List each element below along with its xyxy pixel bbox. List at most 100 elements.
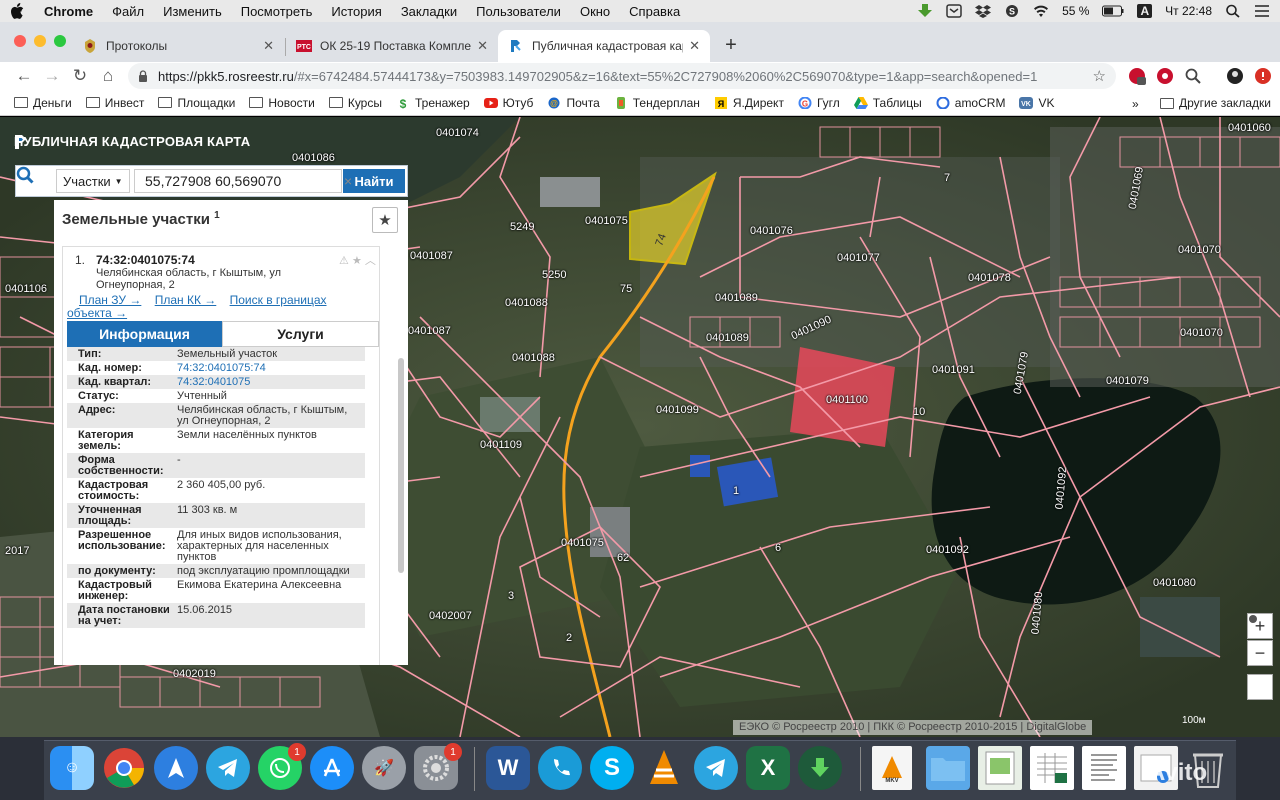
close-icon[interactable]: ✕: [477, 38, 488, 54]
battery-icon[interactable]: [1102, 4, 1124, 18]
reload-icon[interactable]: ↻: [66, 62, 94, 90]
download-arrow-icon[interactable]: [917, 4, 933, 18]
locate-button[interactable]: [1247, 615, 1273, 700]
close-icon[interactable]: ✕: [263, 38, 274, 54]
bookmark-sheets[interactable]: Таблицы: [853, 96, 922, 110]
finder-icon[interactable]: ☺: [50, 746, 94, 790]
row-value: Челябинская область, г Кыштым, ул Огнеуп…: [177, 404, 348, 427]
bookmark-other[interactable]: Другие закладки: [1160, 96, 1271, 110]
close-window-button[interactable]: [14, 35, 26, 47]
result-cad-number[interactable]: 74:32:0401075:74: [96, 253, 195, 267]
home-icon[interactable]: ⌂: [94, 62, 122, 90]
telegram-desktop-icon[interactable]: [694, 746, 738, 790]
tab-information[interactable]: Информация: [67, 321, 222, 347]
menu-app-chrome[interactable]: Chrome: [44, 4, 93, 19]
bookmark-trainer[interactable]: $ Тренажер: [396, 96, 470, 110]
row-label: по документу:: [78, 565, 156, 577]
back-arrow-icon[interactable]: ←: [10, 62, 38, 90]
bookmark-yandex-direct[interactable]: Я Я.Директ: [714, 96, 784, 110]
bookmark-amocrm[interactable]: amoCRM: [936, 96, 1005, 110]
collapse-chevron-icon[interactable]: ︿: [365, 255, 376, 267]
plan-zu-link[interactable]: План ЗУ →: [79, 293, 141, 307]
bookmark-news[interactable]: Новости: [249, 96, 315, 110]
bookmark-google[interactable]: G Гугл: [798, 96, 840, 110]
cad-number-link[interactable]: 74:32:0401075:74: [177, 362, 266, 374]
search-icon[interactable]: [1184, 67, 1202, 85]
menu-users[interactable]: Пользователи: [476, 4, 561, 19]
bookmark-money[interactable]: Деньги: [14, 96, 72, 110]
dropbox-icon[interactable]: [975, 4, 992, 18]
minimize-window-button[interactable]: [34, 35, 46, 47]
notification-center-icon[interactable]: [1254, 4, 1270, 18]
plan-kk-link[interactable]: План КК →: [155, 293, 217, 307]
launchpad-icon[interactable]: 🚀: [362, 746, 406, 790]
tab-cadastral-map[interactable]: Публичная кадастровая карта ✕: [498, 30, 710, 62]
spreadsheet-icon[interactable]: [1030, 746, 1074, 790]
appstore-icon[interactable]: [310, 746, 354, 790]
menu-help[interactable]: Справка: [629, 4, 680, 19]
new-tab-button[interactable]: +: [718, 33, 744, 59]
clear-search-icon[interactable]: ×: [344, 173, 352, 189]
search-icon[interactable]: [16, 166, 56, 196]
bookmark-invest[interactable]: Инвест: [85, 96, 144, 110]
menu-view[interactable]: Посмотреть: [241, 4, 313, 19]
warning-icon[interactable]: ⚠: [339, 255, 349, 267]
favorite-star-button[interactable]: ★: [372, 207, 398, 233]
tab-services[interactable]: Услуги: [222, 321, 379, 347]
search-type-dropdown[interactable]: Участки ▼: [56, 169, 130, 193]
vlc-icon[interactable]: [642, 746, 686, 790]
find-button[interactable]: Найти: [343, 169, 405, 193]
bookmark-courses[interactable]: Курсы: [328, 96, 382, 110]
menu-history[interactable]: История: [331, 4, 381, 19]
cadastral-map[interactable]: 0401074 0401086 0401060 0401075 0401076 …: [0, 117, 1280, 737]
close-icon[interactable]: ✕: [689, 38, 700, 54]
bookmark-youtube[interactable]: Ютуб: [483, 96, 533, 110]
document-icon[interactable]: [978, 746, 1022, 790]
telegram-icon[interactable]: [206, 746, 250, 790]
tab-protocols[interactable]: Протоколы ✕: [72, 30, 284, 62]
whatsapp-badge: 1: [288, 743, 306, 761]
extension-record-icon[interactable]: [1156, 67, 1174, 85]
menu-bookmarks[interactable]: Закладки: [401, 4, 457, 19]
maps-navigator-icon[interactable]: [154, 746, 198, 790]
forward-arrow-icon[interactable]: →: [38, 62, 66, 90]
zoom-out-button[interactable]: −: [1247, 640, 1273, 666]
bookmark-vk[interactable]: VK VK: [1019, 96, 1054, 110]
map-title[interactable]: ПУБЛИЧНАЯ КАДАСТРОВАЯ КАРТА: [14, 134, 250, 149]
cad-quarter-link[interactable]: 74:32:0401075: [177, 376, 250, 388]
menu-window[interactable]: Окно: [580, 4, 610, 19]
star-icon[interactable]: ★: [352, 255, 362, 267]
update-menu-icon[interactable]: [1254, 67, 1272, 85]
apple-icon[interactable]: [10, 3, 24, 19]
clock[interactable]: Чт 22:48: [1165, 4, 1212, 18]
bookmarks-overflow-chevron[interactable]: »: [1132, 97, 1139, 111]
downloader-icon[interactable]: [798, 746, 842, 790]
menu-file[interactable]: Файл: [112, 4, 144, 19]
address-bar[interactable]: https://pkk5.rosreestr.ru /#x=6742484.57…: [128, 63, 1116, 89]
input-language[interactable]: A: [1137, 4, 1153, 18]
profile-avatar-icon[interactable]: [1226, 67, 1244, 85]
skype-icon[interactable]: S: [590, 746, 634, 790]
bookmark-mail[interactable]: @ Почта: [547, 96, 600, 110]
folder-icon[interactable]: [926, 746, 970, 790]
bookmark-star-icon[interactable]: ☆: [1093, 67, 1106, 85]
skype-status-icon[interactable]: S: [1004, 4, 1020, 18]
search-input[interactable]: [134, 169, 342, 193]
lock-icon[interactable]: [138, 70, 148, 82]
zoom-window-button[interactable]: [54, 35, 66, 47]
chrome-icon[interactable]: [102, 746, 146, 790]
excel-icon[interactable]: X: [746, 746, 790, 790]
panel-scrollbar[interactable]: [398, 358, 404, 573]
extension-adblock-icon[interactable]: [1128, 67, 1146, 85]
mkv-file-icon[interactable]: MKV: [872, 746, 912, 790]
wifi-icon[interactable]: [1033, 4, 1049, 18]
bookmark-tenderplan[interactable]: Тендерплан: [614, 96, 700, 110]
word-icon[interactable]: W: [486, 746, 530, 790]
bookmark-platforms[interactable]: Площадки: [158, 96, 235, 110]
inbox-icon[interactable]: [946, 4, 962, 18]
menu-edit[interactable]: Изменить: [163, 4, 222, 19]
tab-rts-tender[interactable]: РТС ОК 25-19 Поставка Комплект ✕: [286, 30, 498, 62]
doc-thumb-icon[interactable]: [1082, 746, 1126, 790]
phone-icon[interactable]: [538, 746, 582, 790]
spotlight-icon[interactable]: [1225, 4, 1241, 18]
